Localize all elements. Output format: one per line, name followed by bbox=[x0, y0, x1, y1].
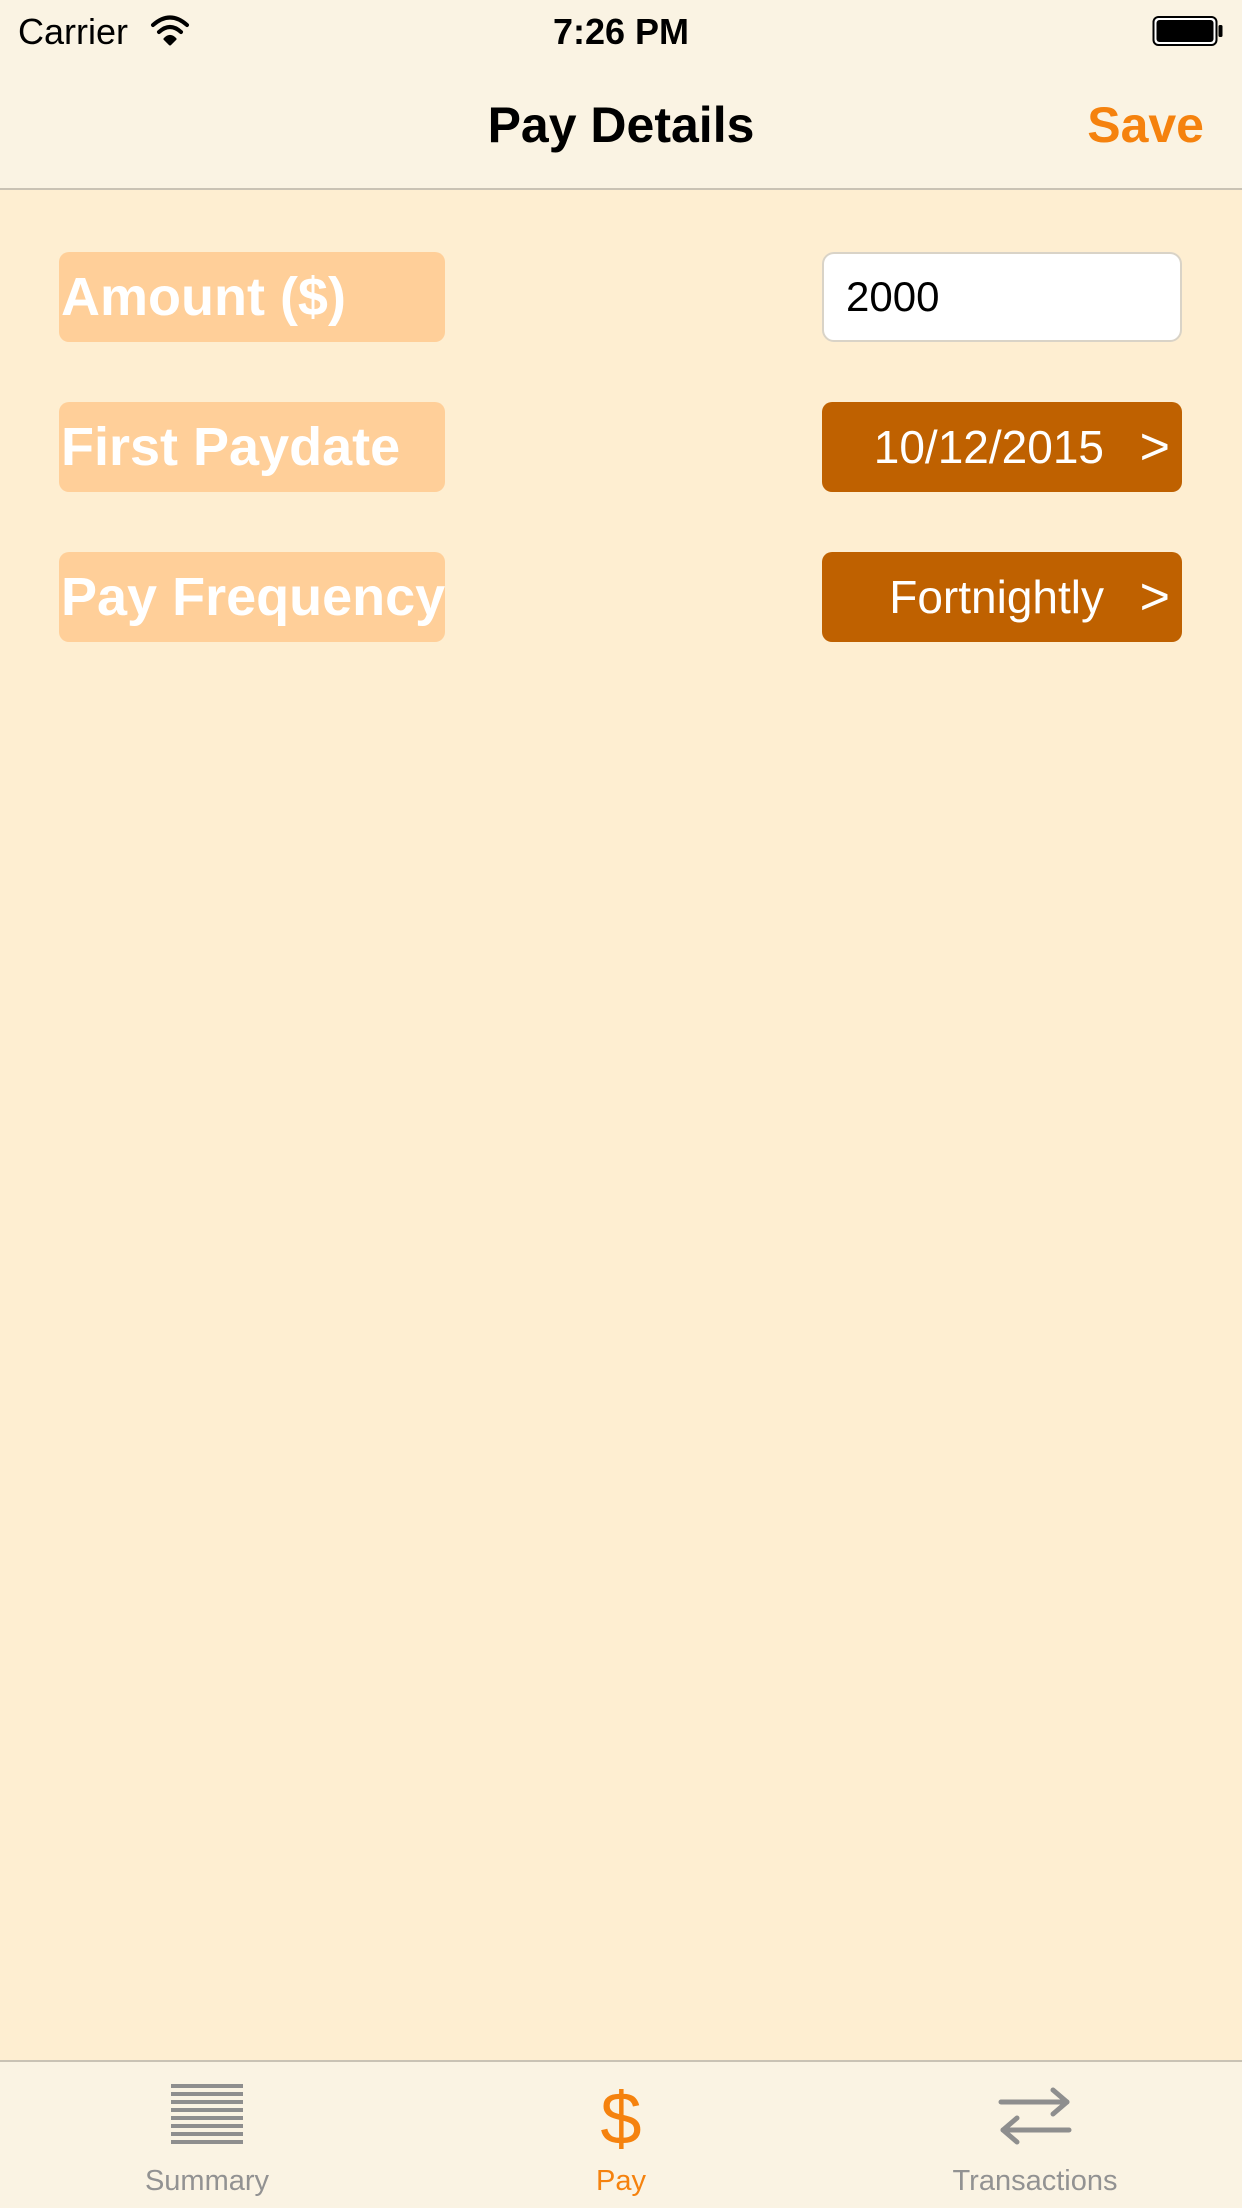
chevron-right-icon: > bbox=[1139, 418, 1170, 476]
tab-summary[interactable]: Summary bbox=[0, 2062, 414, 2208]
chevron-right-icon: > bbox=[1139, 568, 1170, 626]
list-icon bbox=[171, 2084, 243, 2144]
pay-details-screen: Carrier 7:26 PM Pay Details Save Amount … bbox=[0, 0, 1242, 2208]
transfer-arrows-icon bbox=[998, 2087, 1072, 2145]
status-time: 7:26 PM bbox=[552, 11, 690, 52]
first-paydate-label: First Paydate bbox=[59, 402, 445, 492]
amount-input[interactable] bbox=[822, 252, 1182, 342]
tab-pay[interactable]: $ Pay bbox=[414, 2062, 828, 2208]
pay-frequency-label: Pay Frequency bbox=[59, 552, 445, 642]
battery-icon bbox=[1152, 16, 1223, 46]
save-button[interactable]: Save bbox=[1087, 95, 1204, 155]
tab-transactions[interactable]: Transactions bbox=[828, 2062, 1242, 2208]
pay-frequency-value: Fortnightly bbox=[889, 571, 1104, 623]
tab-transactions-label: Transactions bbox=[952, 2165, 1118, 2197]
dollar-icon: $ bbox=[600, 2077, 642, 2160]
pay-frequency-button[interactable]: Fortnightly > bbox=[822, 552, 1182, 642]
page-title: Pay Details bbox=[487, 97, 755, 153]
amount-label: Amount ($) bbox=[59, 252, 445, 342]
first-paydate-value: 10/12/2015 bbox=[873, 421, 1104, 473]
first-paydate-button[interactable]: 10/12/2015 > bbox=[822, 402, 1182, 492]
tab-bar: Summary $ Pay Transactions bbox=[0, 2060, 1242, 2208]
tab-pay-label: Pay bbox=[596, 2165, 646, 2197]
top-bar: Carrier 7:26 PM Pay Details Save bbox=[0, 0, 1242, 190]
tab-summary-label: Summary bbox=[144, 2165, 270, 2197]
